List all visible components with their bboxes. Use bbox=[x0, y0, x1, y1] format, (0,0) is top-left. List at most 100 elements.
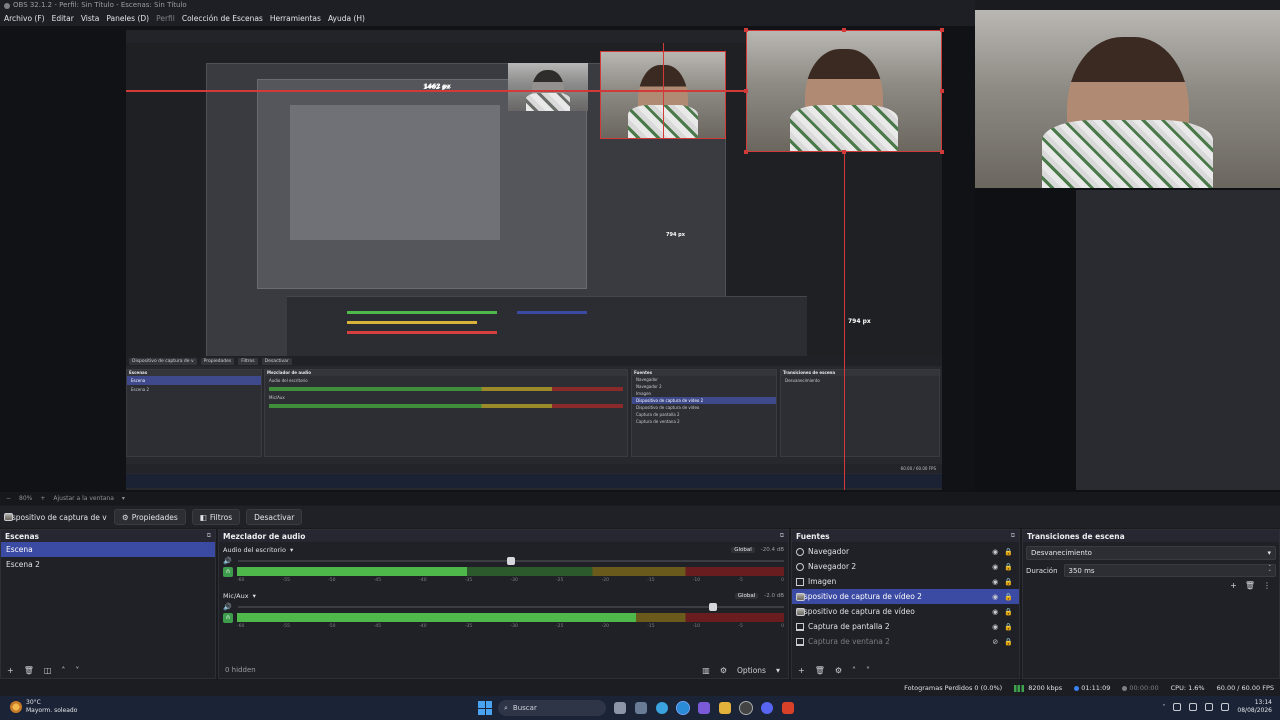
lock-icon[interactable]: 🔒 bbox=[1004, 638, 1013, 646]
source-item[interactable]: Captura de ventana 2 ⊘ 🔒 bbox=[792, 634, 1019, 649]
transition-select[interactable]: Desvanecimiento ▾ bbox=[1026, 546, 1276, 560]
windows-start-icon[interactable] bbox=[478, 701, 492, 715]
headphones-icon[interactable]: ∩ bbox=[223, 612, 233, 623]
headphones-icon[interactable]: ∩ bbox=[223, 566, 233, 577]
volume-knob[interactable] bbox=[708, 602, 717, 611]
file-explorer-icon[interactable] bbox=[719, 702, 731, 714]
deactivate-button[interactable]: Desactivar bbox=[246, 509, 303, 525]
chevron-up-icon[interactable]: ˄ bbox=[1162, 704, 1165, 711]
duration-field[interactable]: 350 ms ˄ ˅ bbox=[1063, 564, 1276, 577]
resize-handle-bottom-left[interactable] bbox=[744, 150, 748, 154]
menu-item[interactable]: Herramientas bbox=[270, 14, 321, 23]
resize-handle-right[interactable] bbox=[940, 89, 944, 93]
menu-item[interactable]: Ayuda (H) bbox=[328, 14, 365, 23]
source-item[interactable]: Navegador 2 ◉ 🔒 bbox=[792, 559, 1019, 574]
menu-item[interactable]: Editar bbox=[52, 14, 74, 23]
layout-icon[interactable]: ▥ bbox=[702, 666, 710, 675]
widgets-icon[interactable] bbox=[635, 702, 647, 714]
global-badge[interactable]: Global bbox=[731, 547, 755, 553]
resize-handle-top-left[interactable] bbox=[744, 28, 748, 32]
add-icon[interactable]: + bbox=[798, 666, 805, 675]
menu-item[interactable]: Vista bbox=[81, 14, 100, 23]
eye-icon[interactable]: ◉ bbox=[992, 563, 998, 571]
source-item[interactable]: Navegador ◉ 🔒 bbox=[792, 544, 1019, 559]
volume-slider[interactable] bbox=[237, 602, 784, 611]
chevron-down-icon[interactable]: ˅ bbox=[866, 666, 870, 675]
chevron-down-icon[interactable]: ▾ bbox=[290, 546, 293, 554]
zoom-level[interactable]: 80% bbox=[19, 495, 32, 502]
scene-item[interactable]: Escena bbox=[1, 542, 215, 557]
trash-icon[interactable]: 🗑 bbox=[815, 666, 825, 675]
chevron-down-icon[interactable]: ˅ bbox=[75, 666, 79, 675]
chevron-down-icon[interactable]: ▾ bbox=[122, 495, 125, 502]
menu-item[interactable]: Paneles (D) bbox=[106, 14, 149, 23]
lock-icon[interactable]: 🔒 bbox=[1004, 593, 1013, 601]
edge-active-icon[interactable] bbox=[676, 701, 690, 715]
source-item[interactable]: Dispositivo de captura de vídeo ◉ 🔒 bbox=[792, 604, 1019, 619]
resize-handle-bottom-right[interactable] bbox=[940, 150, 944, 154]
source-item[interactable]: Captura de pantalla 2 ◉ 🔒 bbox=[792, 619, 1019, 634]
lock-icon[interactable]: 🔒 bbox=[1004, 608, 1013, 616]
trash-icon[interactable]: 🗑 bbox=[24, 666, 34, 675]
resize-handle-top[interactable] bbox=[842, 28, 846, 32]
settings-icon[interactable]: ⚙ bbox=[720, 666, 727, 675]
mixer-tracks: Audio del escritorio ▾ Global -20.4 dB 🔊 ∩ -60… bbox=[219, 542, 788, 634]
global-badge[interactable]: Global bbox=[734, 593, 759, 599]
lock-icon[interactable]: 🔒 bbox=[1004, 578, 1013, 586]
fit-window-button[interactable]: Ajustar a la ventana bbox=[53, 495, 114, 502]
dock-undock-icon[interactable]: ⧉ bbox=[207, 532, 211, 540]
filters-button[interactable]: ◧ Filtros bbox=[191, 509, 241, 525]
weather-widget[interactable]: 30°C Mayorm. soleado bbox=[10, 699, 77, 715]
eye-icon[interactable]: ◉ bbox=[992, 578, 998, 586]
dock-undock-icon[interactable]: ⧉ bbox=[1011, 532, 1015, 540]
volume-icon[interactable] bbox=[1205, 703, 1214, 711]
lock-icon[interactable]: 🔒 bbox=[1004, 623, 1013, 631]
battery-icon[interactable] bbox=[1221, 703, 1230, 711]
scene-item[interactable]: Escena 2 bbox=[1, 557, 215, 572]
properties-button[interactable]: ⚙ Propiedades bbox=[114, 509, 186, 525]
gear-icon[interactable]: ⚙ bbox=[835, 666, 842, 675]
taskbar-search[interactable]: ⌕ Buscar bbox=[498, 700, 606, 716]
volume-slider[interactable] bbox=[237, 556, 784, 565]
obs-icon[interactable] bbox=[739, 701, 753, 715]
resize-handle-top-right[interactable] bbox=[940, 28, 944, 32]
volume-knob[interactable] bbox=[506, 556, 515, 565]
discord-icon[interactable] bbox=[761, 702, 773, 714]
lock-icon[interactable]: 🔒 bbox=[1004, 563, 1013, 571]
source-item[interactable]: Dispositivo de captura de vídeo 2 ◉ 🔒 bbox=[792, 589, 1019, 604]
menu-item[interactable]: Archivo (F) bbox=[4, 14, 45, 23]
more-icon[interactable]: ⋮ bbox=[1263, 581, 1271, 590]
eye-icon[interactable]: ◉ bbox=[992, 623, 998, 631]
add-icon[interactable]: + bbox=[7, 666, 14, 675]
chevron-down-icon[interactable]: ▾ bbox=[776, 666, 780, 675]
eye-icon[interactable]: ◉ bbox=[992, 548, 998, 556]
stepper-icon[interactable]: ˄ ˅ bbox=[1269, 565, 1272, 576]
add-icon[interactable]: + bbox=[1230, 581, 1237, 590]
clock[interactable]: 13:14 08/08/2026 bbox=[1237, 699, 1272, 715]
menu-item[interactable]: Perfil bbox=[156, 14, 175, 23]
edge-icon[interactable] bbox=[656, 702, 668, 714]
options-button[interactable]: Options bbox=[737, 666, 766, 675]
speaker-icon[interactable]: 🔊 bbox=[223, 603, 232, 611]
source-item[interactable]: Imagen ◉ 🔒 bbox=[792, 574, 1019, 589]
source-selection-box[interactable] bbox=[746, 30, 942, 152]
chevron-down-icon[interactable]: ▾ bbox=[253, 592, 256, 600]
trash-icon[interactable]: 🗑 bbox=[1245, 581, 1255, 590]
zoom-out-icon[interactable]: − bbox=[6, 495, 11, 502]
menu-item[interactable]: Colección de Escenas bbox=[182, 14, 263, 23]
office-icon[interactable] bbox=[782, 702, 794, 714]
tray-app-icon[interactable] bbox=[1173, 703, 1182, 711]
chevron-up-icon[interactable]: ˄ bbox=[852, 666, 856, 675]
lock-icon[interactable]: 🔒 bbox=[1004, 548, 1013, 556]
task-view-icon[interactable] bbox=[614, 702, 626, 714]
eye-icon[interactable]: ⊘ bbox=[992, 638, 998, 646]
eye-icon[interactable]: ◉ bbox=[992, 608, 998, 616]
filter-icon[interactable]: ◫ bbox=[44, 666, 52, 675]
zoom-in-icon[interactable]: + bbox=[40, 495, 45, 502]
speaker-icon[interactable]: 🔊 bbox=[223, 557, 232, 565]
chevron-up-icon[interactable]: ˄ bbox=[61, 666, 65, 675]
network-icon[interactable] bbox=[1189, 703, 1198, 711]
dock-undock-icon[interactable]: ⧉ bbox=[780, 532, 784, 540]
app-icon[interactable] bbox=[698, 702, 710, 714]
eye-icon[interactable]: ◉ bbox=[992, 593, 998, 601]
